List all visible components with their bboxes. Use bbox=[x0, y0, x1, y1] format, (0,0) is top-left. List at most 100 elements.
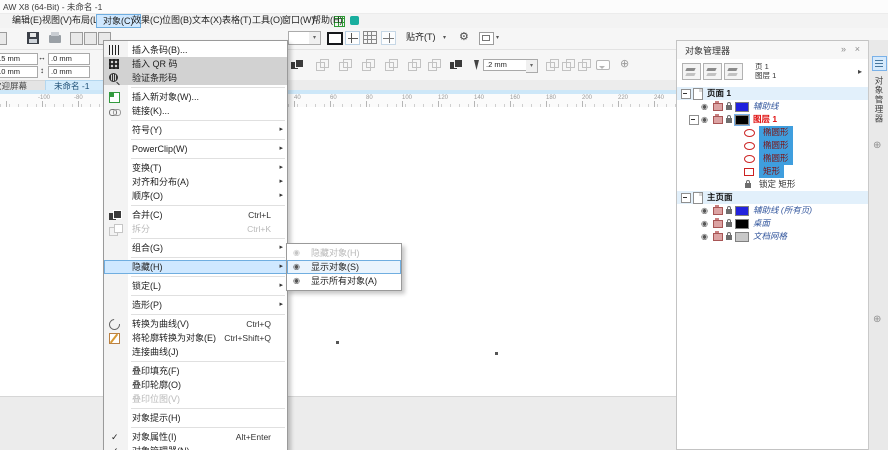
menu-item-5[interactable]: 链接(K)... bbox=[104, 104, 287, 118]
layer-color-swatch[interactable] bbox=[735, 206, 749, 216]
menu-item-22[interactable]: 叠印位图(V) bbox=[104, 392, 287, 406]
menu-item-16[interactable]: 造形(P)▸ bbox=[104, 298, 287, 312]
printable-icon[interactable] bbox=[713, 233, 723, 241]
menu-item-15[interactable]: 锁定(L)▸ bbox=[104, 279, 287, 293]
save-icon[interactable] bbox=[27, 32, 39, 44]
menu-item-25[interactable]: ✓对象管理器(N) bbox=[104, 444, 287, 450]
printable-icon[interactable] bbox=[713, 103, 723, 111]
canvas-object-dot-1[interactable] bbox=[336, 341, 339, 344]
new-layer-button[interactable] bbox=[682, 63, 701, 80]
back-minus-front-icon[interactable] bbox=[428, 59, 441, 71]
show-rulers-icon[interactable] bbox=[345, 31, 360, 45]
visibility-eye-icon[interactable]: ◉ bbox=[701, 113, 708, 126]
outline-width-arrow-icon[interactable]: ▾ bbox=[526, 59, 538, 73]
tree-row-layer[interactable]: ◉辅助线 bbox=[677, 100, 868, 113]
menu-item-9[interactable]: 对齐和分布(A)▸ bbox=[104, 175, 287, 189]
tree-row-object[interactable]: 椭圆形 bbox=[677, 126, 868, 139]
lock-icon[interactable] bbox=[726, 118, 732, 123]
quick-customize-docker-icon[interactable]: ⊕ bbox=[873, 140, 881, 151]
menubar-item-11[interactable]: 帮助(H) bbox=[306, 14, 349, 27]
menu-item-12[interactable]: 拆分Ctrl+K bbox=[104, 222, 287, 236]
quick-customize-toolbar-icon[interactable]: ⊕ bbox=[620, 58, 629, 70]
menu-item-6[interactable]: 符号(Y)▸ bbox=[104, 123, 287, 137]
layer-color-swatch[interactable] bbox=[735, 219, 749, 229]
tree-row-locked-object[interactable]: 锁定 矩形 bbox=[677, 178, 868, 191]
menu-item-17[interactable]: 转换为曲线(V)Ctrl+Q bbox=[104, 317, 287, 331]
tree-row-object[interactable]: 矩形 bbox=[677, 165, 868, 178]
prop-extra-icon-1[interactable] bbox=[546, 59, 559, 71]
launch-options-icon[interactable] bbox=[479, 32, 494, 45]
object-manager-tab-label[interactable]: 对象管理器 bbox=[873, 76, 885, 124]
snap-to-button[interactable]: 贴齐(T) bbox=[406, 30, 436, 44]
menu-item-1[interactable]: 插入条码(B)... bbox=[104, 43, 287, 57]
outline-width-field[interactable]: .2 mm bbox=[483, 59, 527, 71]
print-icon[interactable] bbox=[49, 35, 61, 43]
horizontal-ruler[interactable]: -100-80406080100120140160180200220240 bbox=[0, 94, 676, 108]
intersect-icon[interactable] bbox=[362, 59, 375, 71]
visibility-eye-icon[interactable]: ◉ bbox=[701, 230, 708, 243]
trim-icon[interactable] bbox=[339, 59, 352, 71]
object-height-field[interactable]: 6.0 mm bbox=[0, 66, 38, 78]
fullscreen-preview-icon[interactable] bbox=[327, 32, 343, 45]
tree-row-layer[interactable]: ◉文档网格 bbox=[677, 230, 868, 243]
menu-item-21[interactable]: 叠印轮廓(O) bbox=[104, 378, 287, 392]
snap-caret-icon[interactable]: ▾ bbox=[443, 34, 446, 41]
menu-item-19[interactable]: 连接曲线(J) bbox=[104, 345, 287, 359]
lock-icon[interactable] bbox=[726, 222, 732, 227]
show-grid-icon[interactable] bbox=[363, 31, 377, 44]
menu-item-8[interactable]: 变换(T)▸ bbox=[104, 161, 287, 175]
object-width-field[interactable]: 3.5 mm bbox=[0, 53, 38, 65]
tree-row-layer[interactable]: ◉辅助线 (所有页) bbox=[677, 204, 868, 217]
menu-item-18[interactable]: 将轮廓转换为对象(E)Ctrl+Shift+Q bbox=[104, 331, 287, 345]
object-hint-bubble-icon[interactable] bbox=[596, 60, 610, 70]
v-offset-field[interactable]: .0 mm bbox=[48, 66, 90, 78]
canvas-object-dot-2[interactable] bbox=[495, 352, 498, 355]
layer-manager-view-button[interactable] bbox=[724, 63, 743, 80]
menu-item-11[interactable]: 合并(C)Ctrl+L bbox=[104, 208, 287, 222]
menu-item-2[interactable]: 插入 QR 码 bbox=[104, 57, 287, 71]
visibility-eye-icon[interactable]: ◉ bbox=[701, 217, 708, 230]
hide-submenu-item-2[interactable]: ◉显示对象(S) bbox=[287, 260, 401, 274]
docker-collapse-icon[interactable]: » bbox=[841, 44, 846, 54]
docker-close-icon[interactable]: × bbox=[855, 44, 860, 54]
cut-icon[interactable] bbox=[70, 32, 83, 45]
visibility-eye-icon[interactable]: ◉ bbox=[701, 204, 708, 217]
printable-icon[interactable] bbox=[713, 220, 723, 228]
tree-row-page[interactable]: 主页面 bbox=[677, 191, 868, 204]
simplify-icon[interactable] bbox=[385, 59, 398, 71]
copy-icon[interactable] bbox=[84, 32, 97, 45]
menu-item-7[interactable]: PowerClip(W)▸ bbox=[104, 142, 287, 156]
object-manager-tab-icon[interactable] bbox=[872, 56, 887, 71]
quick-customize-docker-icon-2[interactable]: ⊕ bbox=[873, 314, 881, 325]
layer-color-swatch[interactable] bbox=[735, 102, 749, 112]
menu-item-23[interactable]: 对象提示(H) bbox=[104, 411, 287, 425]
lock-icon[interactable] bbox=[726, 209, 732, 214]
printable-icon[interactable] bbox=[713, 116, 723, 124]
options-caret-icon[interactable]: ▾ bbox=[496, 34, 499, 41]
expand-minus-icon[interactable] bbox=[689, 115, 699, 125]
menu-item-10[interactable]: 顺序(O)▸ bbox=[104, 189, 287, 203]
menu-item-20[interactable]: 叠印填充(F) bbox=[104, 364, 287, 378]
show-guidelines-icon[interactable] bbox=[381, 31, 396, 45]
weld-icon[interactable] bbox=[316, 59, 329, 71]
combine-tool-icon[interactable] bbox=[291, 59, 304, 71]
lock-icon[interactable] bbox=[726, 235, 732, 240]
menu-item-24[interactable]: ✓对象属性(I)Alt+Enter bbox=[104, 430, 287, 444]
docker-flyout-arrow-icon[interactable]: ▸ bbox=[858, 67, 862, 76]
layer-color-swatch[interactable] bbox=[735, 232, 749, 242]
expand-minus-icon[interactable] bbox=[681, 89, 691, 99]
clipped-toolbar-icon[interactable] bbox=[0, 32, 7, 45]
tree-row-object[interactable]: 椭圆形 bbox=[677, 139, 868, 152]
launcher-teal-icon[interactable] bbox=[350, 16, 359, 25]
tree-row-layer[interactable]: ◉图层 1 bbox=[677, 113, 868, 126]
tree-row-layer[interactable]: ◉桌面 bbox=[677, 217, 868, 230]
hide-submenu-item-3[interactable]: ◉显示所有对象(A) bbox=[287, 274, 401, 288]
hide-submenu-item-1[interactable]: ◉隐藏对象(H) bbox=[287, 246, 401, 260]
edit-across-layers-button[interactable] bbox=[703, 63, 722, 80]
visibility-eye-icon[interactable]: ◉ bbox=[701, 100, 708, 113]
prop-extra-icon-3[interactable] bbox=[578, 59, 591, 71]
tree-row-page[interactable]: 页面 1 bbox=[677, 87, 868, 100]
create-boundary-icon[interactable] bbox=[450, 59, 463, 71]
zoom-combo-arrow-icon[interactable]: ▾ bbox=[309, 31, 321, 45]
locked-object-icon[interactable] bbox=[745, 183, 751, 188]
